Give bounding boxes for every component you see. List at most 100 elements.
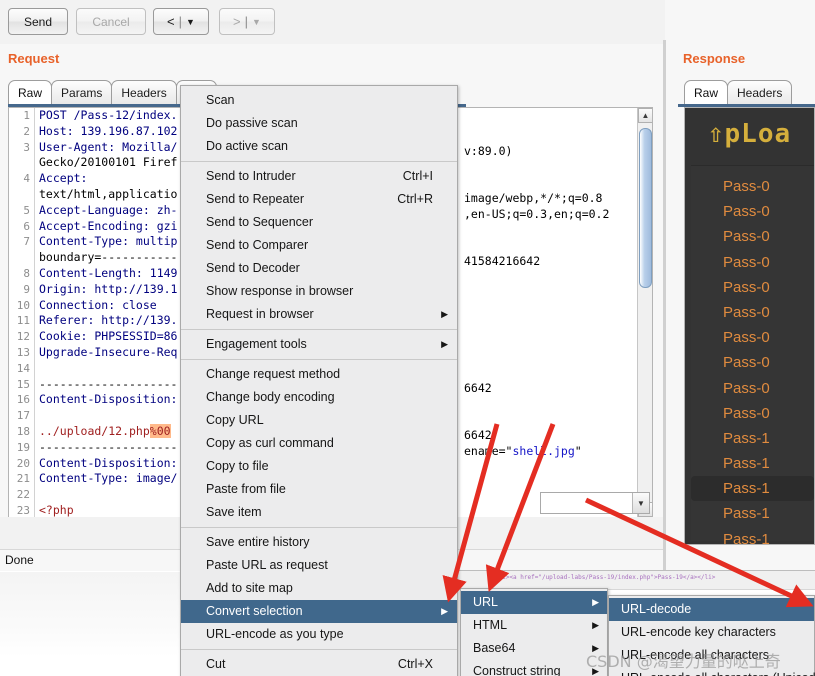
request-tab-raw[interactable]: Raw — [8, 80, 53, 105]
menu-item-label: HTML — [473, 618, 508, 632]
pass-list-item[interactable]: Pass-1 — [691, 476, 814, 502]
menu-item-send-to-repeater[interactable]: Send to Repeater Ctrl+R — [181, 188, 457, 211]
menu-item-send-to-intruder[interactable]: Send to Intruder Ctrl+I — [181, 165, 457, 188]
submenu-item-url-decode[interactable]: URL-decode — [609, 598, 814, 621]
menu-item-copy-url[interactable]: Copy URL — [181, 409, 457, 432]
line-number: 16 — [16, 393, 30, 407]
next-request-button[interactable]: > | ▼ — [219, 8, 275, 35]
separator-bar: | — [178, 14, 183, 29]
burp-suite-repeater-window: Send Cancel < | ▼ > | ▼ Request Raw Param… — [0, 0, 815, 676]
request-tab-params[interactable]: Params — [51, 80, 113, 105]
pass-list-item[interactable]: Pass-1 — [691, 501, 814, 526]
line-number: 5 — [23, 203, 30, 217]
chevron-down-icon[interactable]: ▼ — [632, 493, 649, 513]
menu-item-show-response-in-browser[interactable]: Show response in browser — [181, 280, 457, 303]
response-rendered-view[interactable]: ⇧pLoa Pass-0 Pass-0 Pass-0 Pass-0 Pass-0 Pass… — [684, 107, 815, 545]
request-vertical-scrollbar[interactable]: ▲ ▼ — [637, 108, 652, 517]
selected-text-highlight: %00 — [149, 423, 171, 438]
pass-list-item[interactable]: Pass-0 — [691, 224, 814, 249]
menu-separator — [181, 161, 457, 162]
menu-item-change-request-method[interactable]: Change request method — [181, 363, 457, 386]
menu-item-send-to-sequencer[interactable]: Send to Sequencer — [181, 211, 457, 234]
line-number: 4 — [23, 172, 30, 186]
menu-item-paste-from-file[interactable]: Paste from file — [181, 478, 457, 501]
line-number: 6 — [23, 219, 30, 233]
raw-line-fragment: 6642 — [464, 428, 492, 442]
menu-item-add-to-site-map[interactable]: Add to site map — [181, 577, 457, 600]
chevron-right-icon: ▶ — [592, 620, 599, 630]
menu-item-label: Save entire history — [206, 535, 310, 549]
menu-item-url-encode-as-you-type[interactable]: URL-encode as you type — [181, 623, 457, 646]
menu-item-label: URL-encode as you type — [206, 627, 344, 641]
menu-item-label: Copy as curl command — [206, 436, 334, 450]
menu-item-engagement-tools[interactable]: Engagement tools ▶ — [181, 333, 457, 356]
menu-item-do-passive-scan[interactable]: Do passive scan — [181, 112, 457, 135]
pass-list-item[interactable]: Pass-0 — [691, 174, 814, 199]
menu-item-label: Send to Intruder — [206, 169, 296, 183]
chevron-down-icon: ▼ — [186, 16, 195, 27]
search-filter-dropdown[interactable]: ▼ — [540, 492, 650, 514]
request-text-right-column: v:89.0) image/webp,*/*;q=0.8 ,en-US;q=0.3,… — [464, 108, 639, 517]
menu-item-send-to-decoder[interactable]: Send to Decoder — [181, 257, 457, 280]
line-number — [9, 155, 34, 171]
pass-list-item[interactable]: Pass-0 — [691, 300, 814, 325]
menu-separator — [181, 649, 457, 650]
request-toolbar: Send Cancel < | ▼ > | ▼ — [0, 0, 665, 44]
menu-item-request-in-browser[interactable]: Request in browser ▶ — [181, 303, 457, 326]
menu-item-do-active-scan[interactable]: Do active scan — [181, 135, 457, 158]
menu-item-paste-url-as-request[interactable]: Paste URL as request — [181, 554, 457, 577]
pass-list-item[interactable]: Pass-0 — [691, 199, 814, 224]
menu-item-copy-as-curl-command[interactable]: Copy as curl command — [181, 432, 457, 455]
menu-item-cut[interactable]: Cut Ctrl+X — [181, 653, 457, 676]
context-menu[interactable]: Scan Do passive scan Do active scan Send to… — [180, 85, 458, 676]
menu-item-convert-selection[interactable]: Convert selection ▶ — [181, 600, 457, 623]
chevron-right-icon: ▶ — [441, 339, 448, 349]
request-tab-headers[interactable]: Headers — [111, 80, 177, 105]
menu-item-change-body-encoding[interactable]: Change body encoding — [181, 386, 457, 409]
csdn-watermark: CSDN @渴望力量的哒上奇 — [586, 652, 781, 671]
pass-list-item[interactable]: Pass-0 — [691, 275, 814, 300]
menu-item-send-to-comparer[interactable]: Send to Comparer — [181, 234, 457, 257]
scrollbar-thumb[interactable] — [639, 128, 652, 288]
menu-item-label: Copy to file — [206, 459, 269, 473]
pass-list-item[interactable]: Pass-0 — [691, 376, 814, 401]
line-number: 22 — [16, 488, 30, 502]
line-number: 3 — [23, 140, 30, 154]
panel-divider[interactable] — [663, 40, 666, 570]
cancel-button[interactable]: Cancel — [76, 8, 146, 35]
menu-item-shortcut: Ctrl+X — [397, 657, 433, 671]
line-number: 8 — [23, 266, 30, 280]
menu-item-label: Paste URL as request — [206, 558, 328, 572]
pass-list-item[interactable]: Pass-1 — [691, 426, 814, 451]
line-number: 19 — [16, 440, 30, 454]
line-number-gutter: 123456789101112131415161718192021222324 — [9, 108, 35, 517]
response-tab-headers[interactable]: Headers — [727, 80, 793, 105]
raw-line-fragment: image/webp,*/*;q=0.8 — [464, 191, 603, 205]
menu-item-label: Change request method — [206, 367, 341, 381]
html-source-text: <li><a href="/upload-labs/Pass-19/index.… — [495, 574, 716, 581]
menu-item-scan[interactable]: Scan — [181, 89, 457, 112]
line-number: 1 — [23, 109, 30, 122]
menu-item-label: Send to Sequencer — [206, 215, 314, 229]
submenu-item-url[interactable]: URL ▶ — [461, 591, 607, 614]
menu-item-save-item[interactable]: Save item — [181, 501, 457, 524]
response-panel-title: Response — [683, 51, 746, 66]
send-button[interactable]: Send — [8, 8, 68, 35]
pass-list-item[interactable]: Pass-0 — [691, 325, 814, 350]
menu-item-copy-to-file[interactable]: Copy to file — [181, 455, 457, 478]
menu-item-save-entire-history[interactable]: Save entire history — [181, 531, 457, 554]
submenu-item-url-encode-key-characters[interactable]: URL-encode key characters — [609, 621, 814, 644]
submenu-item-html[interactable]: HTML ▶ — [461, 614, 607, 637]
menu-item-label: URL-decode — [621, 602, 692, 616]
scroll-up-icon[interactable]: ▲ — [638, 108, 652, 123]
pass-list-item[interactable]: Pass-0 — [691, 401, 814, 426]
pass-list-item[interactable]: Pass-1 — [691, 527, 814, 544]
menu-item-label: Base64 — [473, 641, 516, 655]
menu-item-shortcut: Ctrl+I — [402, 169, 433, 183]
pass-list-item[interactable]: Pass-1 — [691, 451, 814, 476]
prev-arrow-icon: < — [167, 14, 175, 29]
response-tab-raw[interactable]: Raw — [684, 80, 729, 105]
pass-list-item[interactable]: Pass-0 — [691, 350, 814, 375]
previous-request-button[interactable]: < | ▼ — [153, 8, 209, 35]
pass-list-item[interactable]: Pass-0 — [691, 250, 814, 275]
